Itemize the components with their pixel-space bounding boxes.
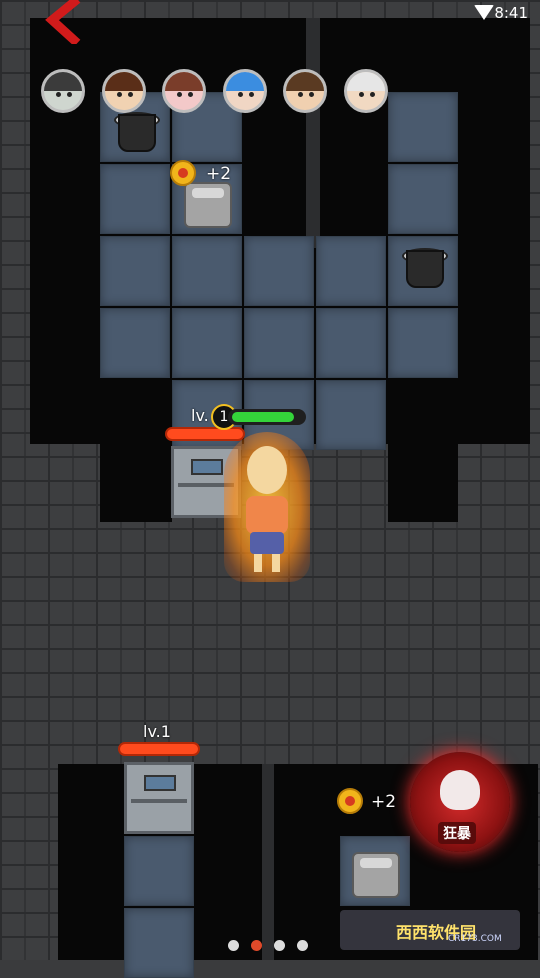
trash-bucket-icon[interactable] (402, 240, 448, 288)
page-dot[interactable] (251, 940, 262, 951)
avatar-old-man-glasses[interactable] (343, 69, 388, 113)
reward-label: +2 (206, 164, 232, 184)
avatar-ghost-girl[interactable] (41, 69, 85, 113)
reward-label: +2 (371, 792, 397, 812)
floor-tile[interactable] (100, 236, 170, 306)
player-health-bar (228, 409, 306, 425)
watermark-logo: 西西软件园 CR173.COM (340, 910, 520, 950)
skull-coin-icon (170, 160, 196, 186)
door-health-bar (118, 742, 200, 756)
skull-coin-icon (337, 788, 363, 814)
bed-icon[interactable] (352, 852, 400, 898)
floor-tile[interactable] (388, 308, 458, 378)
trash-bucket-icon[interactable] (114, 104, 160, 152)
page-dot[interactable] (228, 940, 239, 951)
back-arrow-icon[interactable] (44, 0, 84, 44)
floor-tile[interactable] (388, 92, 458, 162)
floor-tile[interactable] (244, 308, 314, 378)
door-level-label: lv. (191, 406, 209, 425)
status-bar: 8:41 (420, 0, 540, 28)
floor-tile[interactable] (172, 236, 242, 306)
floor-tile[interactable] (124, 908, 194, 978)
door-level-label: lv.1 (143, 722, 171, 741)
rage-button-label: 狂暴 (438, 822, 476, 844)
floor-tile[interactable] (244, 236, 314, 306)
skull-icon (440, 770, 480, 810)
page-dot[interactable] (274, 940, 285, 951)
lower-room-divider (262, 764, 274, 960)
player-character[interactable] (224, 432, 310, 582)
upper-room-divider (306, 18, 320, 248)
door[interactable] (124, 762, 194, 834)
avatar-brown-hair-man[interactable] (283, 69, 327, 113)
rage-button[interactable]: 狂暴 (410, 752, 510, 852)
floor-tile[interactable] (124, 836, 194, 906)
lower-right-corridor (388, 440, 458, 522)
page-dot[interactable] (297, 940, 308, 951)
player-sprite-icon (246, 446, 288, 572)
avatar-pink-girl[interactable] (162, 69, 206, 113)
floor-tile[interactable] (388, 164, 458, 234)
lower-left-corridor (100, 440, 172, 522)
floor-tile[interactable] (316, 380, 386, 450)
status-time: 8:41 (494, 4, 528, 22)
floor-tile[interactable] (316, 236, 386, 306)
bed-icon[interactable] (184, 182, 232, 228)
floor-tile[interactable] (316, 308, 386, 378)
floor-tile[interactable] (100, 308, 170, 378)
floor-tile[interactable] (100, 164, 170, 234)
wifi-icon (474, 5, 494, 20)
watermark-url: CR173.COM (448, 934, 502, 944)
floor-tile[interactable] (172, 308, 242, 378)
avatar-blue-hair-girl[interactable] (222, 69, 267, 113)
page-indicator (228, 936, 320, 955)
